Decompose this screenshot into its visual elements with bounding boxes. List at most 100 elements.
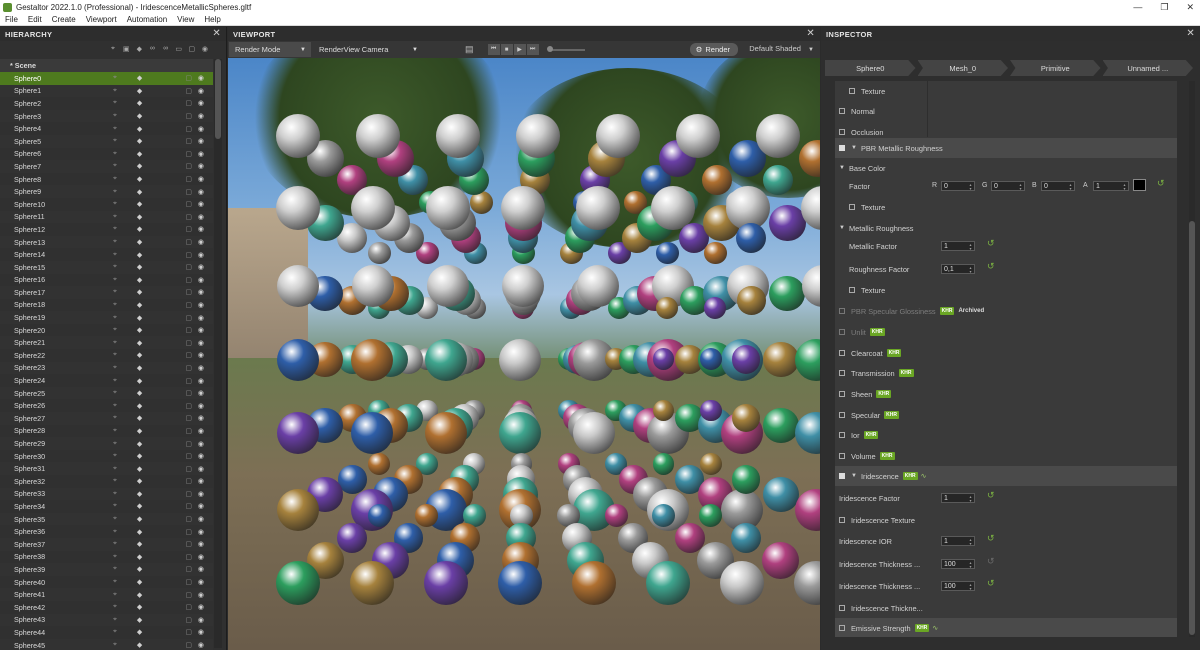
hierarchy-item[interactable]: Sphere40 ⌖ ◆ ▢ ◉: [0, 576, 213, 589]
link-alt-icon[interactable]: [159, 603, 169, 611]
pin-icon[interactable]: ⌖: [110, 301, 120, 309]
pin-icon[interactable]: ⌖: [110, 162, 120, 170]
link-alt-icon[interactable]: [159, 225, 169, 233]
inspector-scroll-thumb[interactable]: [1189, 221, 1195, 635]
link-icon[interactable]: [147, 389, 157, 397]
eye-icon[interactable]: ◉: [196, 74, 206, 82]
hierarchy-item[interactable]: Sphere42 ⌖ ◆ ▢ ◉: [0, 601, 213, 614]
camera-icon[interactable]: [122, 565, 132, 573]
hierarchy-item[interactable]: Sphere43 ⌖ ◆ ▢ ◉: [0, 613, 213, 627]
eye-icon[interactable]: ◉: [196, 364, 206, 372]
mesh-icon[interactable]: ◆: [135, 314, 145, 322]
hierarchy-item[interactable]: Sphere41 ⌖ ◆ ▢ ◉: [0, 588, 213, 601]
pin-icon[interactable]: ⌖: [110, 465, 120, 473]
eye-icon[interactable]: ◉: [196, 565, 206, 573]
lock-icon[interactable]: ▢: [184, 175, 194, 183]
link-icon[interactable]: [147, 99, 157, 107]
expand-icon[interactable]: ▼: [839, 165, 845, 171]
pin-icon[interactable]: ⌖: [110, 528, 120, 536]
irid-thick1-input[interactable]: 100: [941, 559, 975, 569]
eye-icon[interactable]: ◉: [196, 339, 206, 347]
pin-icon[interactable]: ⌖: [110, 565, 120, 573]
lock-icon[interactable]: ▢: [184, 389, 194, 397]
eye-icon[interactable]: ◉: [196, 251, 206, 259]
camera-icon[interactable]: [122, 591, 132, 599]
emissive-strength-checkbox[interactable]: [839, 625, 845, 631]
link-icon[interactable]: [147, 477, 157, 485]
eye-icon[interactable]: ◉: [196, 326, 206, 334]
pin-icon[interactable]: ⌖: [110, 175, 120, 183]
link-alt-icon[interactable]: [159, 188, 169, 196]
eye-icon[interactable]: ◉: [196, 137, 206, 145]
folder-icon[interactable]: [171, 74, 181, 82]
pin-icon[interactable]: ⌖: [110, 591, 120, 599]
link-alt-icon[interactable]: [159, 74, 169, 82]
link-icon[interactable]: [147, 440, 157, 448]
section-ior[interactable]: Ior KHR: [835, 425, 1177, 445]
link-alt-icon[interactable]: [159, 175, 169, 183]
hierarchy-item[interactable]: Sphere6 ⌖ ◆ ▢ ◉: [0, 148, 213, 161]
link-icon[interactable]: [147, 112, 157, 120]
link-icon[interactable]: [147, 301, 157, 309]
link-alt-icon[interactable]: [159, 112, 169, 120]
hierarchy-item[interactable]: Sphere34 ⌖ ◆ ▢ ◉: [0, 500, 213, 513]
eye-icon[interactable]: ◉: [196, 490, 206, 498]
expand-icon[interactable]: ▼: [851, 145, 857, 151]
lock-icon[interactable]: ▢: [184, 540, 194, 548]
link-icon[interactable]: [147, 74, 157, 82]
hierarchy-item[interactable]: Sphere39 ⌖ ◆ ▢ ◉: [0, 563, 213, 576]
metallic-factor-input[interactable]: 1: [941, 241, 975, 251]
pin-icon[interactable]: ⌖: [110, 87, 120, 95]
hierarchy-item[interactable]: Sphere16 ⌖ ◆ ▢ ◉: [0, 274, 213, 287]
folder-icon[interactable]: [171, 175, 181, 183]
link-icon[interactable]: [147, 137, 157, 145]
mesh-icon[interactable]: ◆: [135, 477, 145, 485]
hierarchy-item[interactable]: Sphere11 ⌖ ◆ ▢ ◉: [0, 210, 213, 224]
camera-icon[interactable]: [122, 200, 132, 208]
lock-icon[interactable]: ▢: [184, 263, 194, 271]
link-alt-icon[interactable]: [159, 540, 169, 548]
menu-edit[interactable]: Edit: [23, 15, 47, 24]
link-icon[interactable]: [147, 314, 157, 322]
pin-icon[interactable]: ⌖: [110, 225, 120, 233]
link-alt-icon[interactable]: [159, 502, 169, 510]
lock-icon[interactable]: ▢: [187, 45, 197, 53]
eye-icon[interactable]: ◉: [196, 314, 206, 322]
pin-icon[interactable]: ⌖: [110, 389, 120, 397]
folder-icon[interactable]: [171, 553, 181, 561]
irid-thick-tex-checkbox[interactable]: [839, 605, 845, 611]
g-input[interactable]: 0: [991, 181, 1025, 191]
section-unlit[interactable]: Unlit KHR: [835, 322, 1177, 342]
mesh-icon[interactable]: ◆: [135, 301, 145, 309]
link-icon[interactable]: [147, 339, 157, 347]
mesh-icon[interactable]: ◆: [135, 364, 145, 372]
lock-icon[interactable]: ▢: [184, 553, 194, 561]
link-alt-icon[interactable]: [159, 565, 169, 573]
camera-icon[interactable]: [122, 87, 132, 95]
pin-icon[interactable]: ⌖: [110, 251, 120, 259]
hierarchy-item[interactable]: Sphere38 ⌖ ◆ ▢ ◉: [0, 551, 213, 564]
link-icon[interactable]: [147, 238, 157, 246]
camera-icon[interactable]: [122, 490, 132, 498]
link-icon[interactable]: ∞: [147, 45, 157, 53]
camera-icon[interactable]: [122, 402, 132, 410]
lock-icon[interactable]: ▢: [184, 578, 194, 586]
link-alt-icon[interactable]: [159, 414, 169, 422]
lock-icon[interactable]: ▢: [184, 314, 194, 322]
hierarchy-item[interactable]: Sphere45 ⌖ ◆ ▢ ◉: [0, 638, 213, 650]
lock-icon[interactable]: ▢: [184, 502, 194, 510]
hierarchy-item[interactable]: Sphere9 ⌖ ◆ ▢ ◉: [0, 185, 213, 198]
eye-icon[interactable]: ◉: [196, 389, 206, 397]
expand-icon[interactable]: ▼: [851, 473, 857, 479]
camera-icon[interactable]: [122, 213, 132, 221]
mesh-icon[interactable]: ◆: [135, 515, 145, 523]
camera-icon[interactable]: [122, 263, 132, 271]
irid-ior-input[interactable]: 1: [941, 536, 975, 546]
pin-icon[interactable]: ⌖: [110, 150, 120, 158]
mesh-icon[interactable]: ◆: [135, 603, 145, 611]
mesh-icon[interactable]: ◆: [135, 377, 145, 385]
reset-icon[interactable]: ↺: [987, 238, 995, 249]
link-alt-icon[interactable]: [159, 213, 169, 221]
render-view[interactable]: [228, 58, 820, 650]
link-icon[interactable]: [147, 528, 157, 536]
